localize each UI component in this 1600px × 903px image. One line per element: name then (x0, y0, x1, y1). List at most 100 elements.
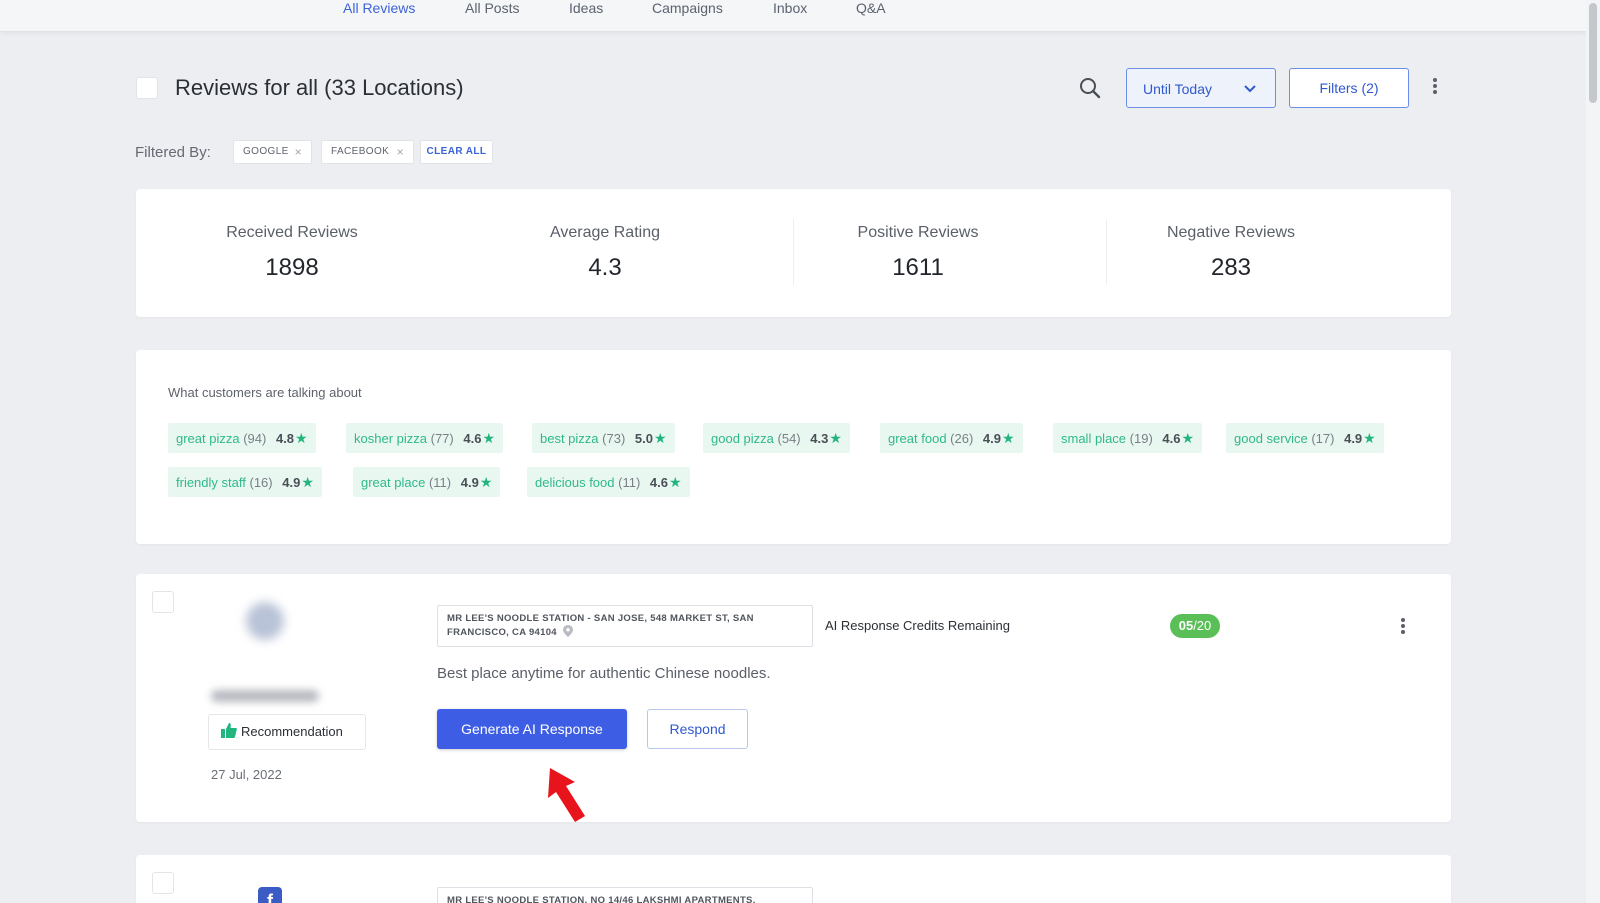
topic-count: (17) (1311, 431, 1335, 446)
stat-negative-reviews: Negative Reviews 283 (1075, 224, 1387, 282)
topic-chip[interactable]: great pizza (94) 4.8★ (168, 423, 316, 453)
avatar (246, 602, 284, 640)
topic-chip[interactable]: best pizza (73) 5.0★ (532, 423, 675, 453)
star-icon: ★ (654, 430, 667, 446)
topic-rating: 4.9 (982, 431, 1001, 446)
location-line: FRANCISCO, CA 94104 (447, 627, 557, 638)
tab-campaigns[interactable]: Campaigns (652, 0, 723, 16)
topics-card: What customers are talking about great p… (136, 350, 1451, 544)
tab-inbox[interactable]: Inbox (773, 0, 807, 16)
topic-term: delicious food (535, 475, 615, 490)
ai-credits-label: AI Response Credits Remaining (825, 618, 1010, 633)
star-icon: ★ (1002, 430, 1015, 446)
topic-term: friendly staff (176, 475, 246, 490)
location-line: MR LEE'S NOODLE STATION, NO 14/46 LAKSHM… (447, 895, 756, 903)
topic-chip[interactable]: great place (11) 4.9★ (353, 467, 501, 497)
topic-term: great pizza (176, 431, 240, 446)
topic-chip[interactable]: kosher pizza (77) 4.6★ (346, 423, 503, 453)
top-nav: All Reviews All Posts Ideas Campaigns In… (0, 0, 1586, 32)
remove-filter-icon[interactable]: × (295, 141, 302, 163)
stat-value: 1611 (892, 254, 944, 281)
topic-count: (11) (618, 475, 641, 490)
topic-count: (19) (1129, 431, 1153, 446)
topic-count: (73) (602, 431, 626, 446)
tab-qa[interactable]: Q&A (856, 0, 886, 16)
topic-term: great food (888, 431, 947, 446)
filter-chip-label: FACEBOOK (331, 146, 390, 157)
topic-term: good service (1234, 431, 1308, 446)
topic-rating: 4.9 (1344, 431, 1363, 446)
review-text: Best place anytime for authentic Chinese… (437, 665, 771, 682)
annotation-arrow-icon (548, 768, 585, 822)
scrollbar-thumb[interactable] (1589, 3, 1597, 103)
filters-button[interactable]: Filters (2) (1289, 68, 1409, 108)
topic-rating: 4.9 (282, 475, 301, 490)
recommendation-label: Recommendation (241, 724, 343, 739)
recommendation-badge: Recommendation (208, 714, 366, 750)
topic-count: (77) (430, 431, 454, 446)
select-all-checkbox[interactable] (136, 77, 158, 99)
star-icon: ★ (1181, 430, 1195, 446)
topic-chip[interactable]: small place (19) 4.6★ (1053, 423, 1203, 453)
remove-filter-icon[interactable]: × (397, 141, 404, 163)
thumbs-up-icon (221, 723, 237, 738)
more-options-icon[interactable] (1426, 76, 1444, 98)
stat-label: Positive Reviews (857, 224, 979, 241)
stat-label: Negative Reviews (1166, 224, 1296, 241)
review-checkbox[interactable] (152, 591, 174, 613)
review-more-options-icon[interactable] (1394, 616, 1412, 638)
location-tag[interactable]: MR LEE'S NOODLE STATION - SAN JOSE, 548 … (437, 605, 813, 647)
page-title: Reviews for all (33 Locations) (175, 75, 464, 100)
review-card: f MR LEE'S NOODLE STATION, NO 14/46 LAKS… (136, 855, 1451, 903)
clear-all-button[interactable]: CLEAR ALL (420, 140, 493, 164)
topic-chip[interactable]: good pizza (54) 4.3★ (703, 423, 850, 453)
star-icon: ★ (829, 430, 842, 446)
topic-term: great place (361, 475, 426, 490)
facebook-icon: f (258, 887, 282, 903)
tab-ideas[interactable]: Ideas (569, 0, 603, 16)
topic-rating: 5.0 (634, 431, 653, 446)
topic-count: (26) (950, 431, 974, 446)
tab-all-reviews[interactable]: All Reviews (343, 0, 415, 16)
stat-received-reviews: Received Reviews 1898 (136, 224, 448, 282)
location-line: MR LEE'S NOODLE STATION - SAN JOSE, 548 … (447, 613, 754, 624)
stat-value: 1898 (265, 254, 319, 281)
topics-title: What customers are talking about (168, 385, 362, 400)
scrollbar[interactable] (1586, 0, 1600, 903)
topic-rating: 4.6 (1162, 431, 1181, 446)
topic-count: (16) (249, 475, 273, 490)
topic-rating: 4.6 (649, 475, 668, 490)
topic-chip[interactable]: good service (17) 4.9★ (1226, 423, 1384, 453)
topic-rating: 4.9 (460, 475, 479, 490)
reviewer-name (211, 690, 319, 702)
star-icon: ★ (1363, 430, 1376, 446)
topic-rating: 4.8 (275, 431, 295, 446)
filter-chip-google: GOOGLE × (233, 140, 312, 164)
credits-used: 05 (1178, 618, 1194, 633)
topic-chip[interactable]: delicious food (11) 4.6★ (527, 467, 690, 497)
star-icon: ★ (482, 430, 495, 446)
filter-chip-label: GOOGLE (243, 146, 289, 157)
tab-all-posts[interactable]: All Posts (465, 0, 519, 16)
topic-count: (54) (777, 431, 801, 446)
respond-button[interactable]: Respond (647, 709, 748, 749)
topic-term: kosher pizza (354, 431, 427, 446)
stat-positive-reviews: Positive Reviews 1611 (762, 224, 1074, 282)
review-card: Recommendation 27 Jul, 2022 MR LEE'S NOO… (136, 574, 1451, 822)
location-pin-icon (562, 625, 573, 637)
star-icon: ★ (301, 474, 314, 490)
generate-ai-response-button[interactable]: Generate AI Response (437, 709, 627, 749)
star-icon: ★ (479, 474, 493, 490)
stats-card: Received Reviews 1898 Average Rating 4.3… (136, 189, 1451, 317)
topic-rating: 4.3 (810, 431, 829, 446)
topic-rating: 4.6 (463, 431, 482, 446)
review-checkbox[interactable] (152, 872, 174, 894)
search-icon[interactable] (1078, 76, 1102, 100)
topic-chip[interactable]: great food (26) 4.9★ (880, 423, 1023, 453)
date-range-select[interactable]: Until Today (1126, 68, 1276, 108)
stat-average-rating: Average Rating 4.3 (449, 224, 761, 282)
location-tag[interactable]: MR LEE'S NOODLE STATION, NO 14/46 LAKSHM… (437, 887, 813, 903)
topic-chip[interactable]: friendly staff (16) 4.9★ (168, 467, 322, 497)
star-icon: ★ (668, 474, 682, 490)
topic-term: small place (1061, 431, 1127, 446)
